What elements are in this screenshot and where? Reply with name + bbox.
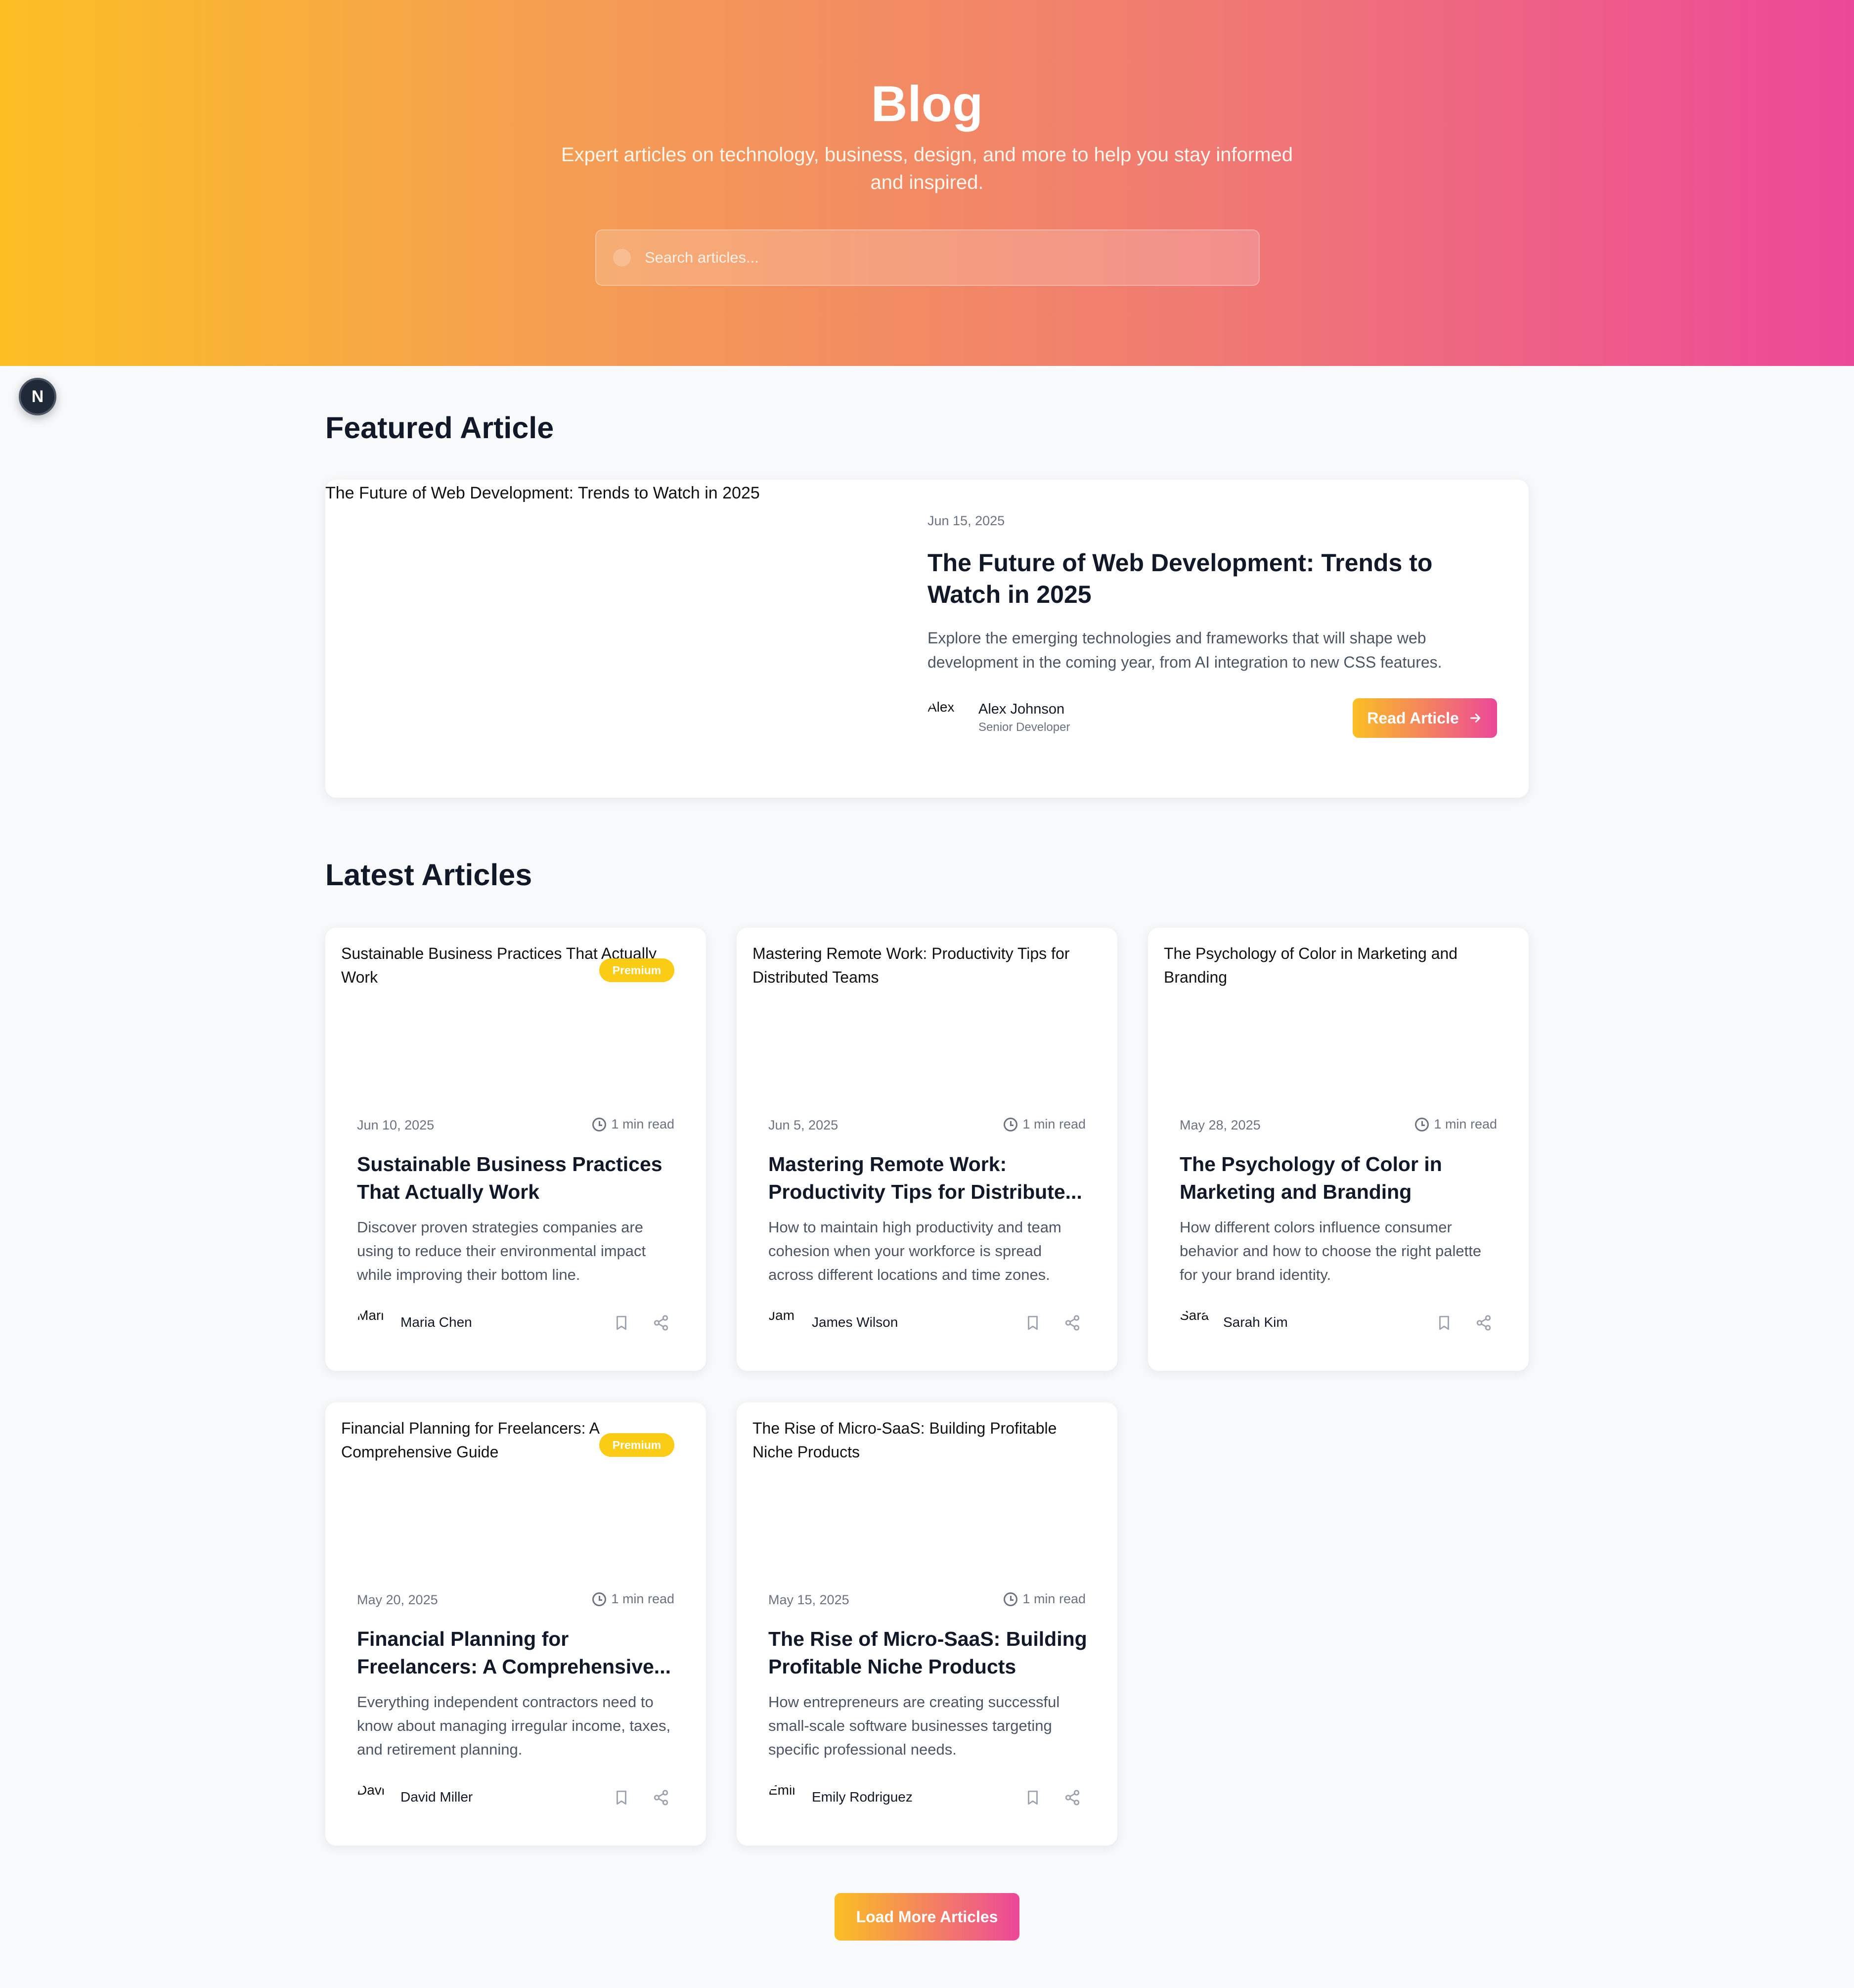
author-name: David Miller xyxy=(400,1789,473,1805)
arrow-right-icon xyxy=(1470,714,1481,723)
featured-title[interactable]: The Future of Web Development: Trends to… xyxy=(927,547,1501,610)
bookmark-icon[interactable] xyxy=(613,1314,630,1331)
load-more-button[interactable]: Load More Articles xyxy=(835,1893,1019,1941)
share-icon[interactable] xyxy=(1064,1789,1081,1806)
search-icon xyxy=(613,249,631,267)
read-time-label: 1 min read xyxy=(611,1591,674,1606)
read-time-label: 1 min read xyxy=(611,1117,674,1131)
article-image: The Rise of Micro-SaaS: Building Profita… xyxy=(752,1419,1057,1461)
read-time-label: 1 min read xyxy=(1022,1117,1086,1131)
featured-image: The Future of Web Development: Trends to… xyxy=(325,484,760,502)
article-excerpt: How entrepreneurs are creating successfu… xyxy=(768,1693,1060,1758)
article-title[interactable]: Mastering Remote Work: Productivity Tips… xyxy=(768,1150,1090,1206)
author-avatar: Davi xyxy=(357,1783,387,1813)
author-avatar: Jam xyxy=(768,1309,798,1338)
clock-icon xyxy=(1415,1117,1429,1131)
search-placeholder: Search articles... xyxy=(645,249,759,266)
author-role: Senior Developer xyxy=(978,721,1070,734)
author-avatar: Sara xyxy=(1180,1309,1209,1338)
article-title[interactable]: Sustainable Business Practices That Actu… xyxy=(357,1150,678,1206)
share-icon[interactable] xyxy=(1064,1314,1081,1331)
premium-badge: Premium xyxy=(599,1433,674,1457)
share-icon[interactable] xyxy=(653,1314,669,1331)
premium-badge: Premium xyxy=(599,958,674,982)
share-icon[interactable] xyxy=(1475,1314,1492,1331)
article-excerpt: Everything independent contractors need … xyxy=(357,1693,671,1758)
search-input[interactable]: Search articles... xyxy=(595,229,1260,286)
featured-heading: Featured Article xyxy=(325,411,554,445)
read-article-button[interactable]: Read Article xyxy=(1353,698,1497,738)
read-time: 1 min read xyxy=(592,1117,674,1132)
read-time: 1 min read xyxy=(1004,1591,1086,1607)
hero-banner: Blog Expert articles on technology, busi… xyxy=(0,0,1854,366)
share-icon[interactable] xyxy=(653,1789,669,1806)
clock-icon xyxy=(1004,1117,1018,1131)
page-subtitle: Expert articles on technology, business,… xyxy=(561,144,1293,193)
article-card[interactable]: Sustainable Business Practices That Actu… xyxy=(325,928,706,1371)
article-card[interactable]: The Psychology of Color in Marketing and… xyxy=(1148,928,1529,1371)
article-card[interactable]: Mastering Remote Work: Productivity Tips… xyxy=(737,928,1117,1371)
article-date: May 28, 2025 xyxy=(1180,1118,1261,1132)
article-title[interactable]: The Rise of Micro-SaaS: Building Profita… xyxy=(768,1625,1090,1680)
bookmark-icon[interactable] xyxy=(1024,1314,1041,1331)
article-excerpt: How different colors influence consumer … xyxy=(1180,1219,1482,1283)
author-avatar: Emil xyxy=(768,1783,798,1813)
featured-article-card[interactable]: The Future of Web Development: Trends to… xyxy=(325,480,1529,798)
page-title: Blog xyxy=(871,76,983,132)
article-date: May 15, 2025 xyxy=(768,1592,849,1607)
author-avatar: Alex xyxy=(927,700,957,730)
article-title[interactable]: Financial Planning for Freelancers: A Co… xyxy=(357,1625,678,1680)
read-time: 1 min read xyxy=(1415,1117,1497,1132)
article-image: The Psychology of Color in Marketing and… xyxy=(1164,945,1458,986)
author-name: Emily Rodriguez xyxy=(812,1789,913,1805)
bookmark-icon[interactable] xyxy=(613,1789,630,1806)
article-excerpt: How to maintain high productivity and te… xyxy=(768,1219,1061,1283)
article-date: Jun 5, 2025 xyxy=(768,1118,839,1132)
article-card[interactable]: The Rise of Micro-SaaS: Building Profita… xyxy=(737,1402,1117,1846)
featured-date: Jun 15, 2025 xyxy=(927,513,1005,528)
clock-icon xyxy=(592,1117,607,1131)
clock-icon xyxy=(592,1592,607,1606)
article-date: Jun 10, 2025 xyxy=(357,1118,435,1132)
article-image: Mastering Remote Work: Productivity Tips… xyxy=(752,945,1070,986)
clock-icon xyxy=(1004,1592,1018,1606)
read-article-label: Read Article xyxy=(1367,709,1459,727)
read-time: 1 min read xyxy=(592,1591,674,1607)
author-name: Maria Chen xyxy=(400,1314,472,1330)
author-name: James Wilson xyxy=(812,1314,898,1330)
article-date: May 20, 2025 xyxy=(357,1592,438,1607)
bookmark-icon[interactable] xyxy=(1436,1314,1453,1331)
author-avatar: Mari xyxy=(357,1309,387,1338)
featured-excerpt: Explore the emerging technologies and fr… xyxy=(927,629,1442,671)
bookmark-icon[interactable] xyxy=(1024,1789,1041,1806)
read-time-label: 1 min read xyxy=(1022,1591,1086,1606)
article-excerpt: Discover proven strategies companies are… xyxy=(357,1219,646,1283)
article-card[interactable]: Financial Planning for Freelancers: A Co… xyxy=(325,1402,706,1846)
author-name: Alex Johnson xyxy=(978,701,1065,717)
article-title[interactable]: The Psychology of Color in Marketing and… xyxy=(1180,1150,1501,1206)
latest-heading: Latest Articles xyxy=(325,858,532,892)
author-name: Sarah Kim xyxy=(1223,1314,1288,1330)
read-time-label: 1 min read xyxy=(1434,1117,1497,1131)
read-time: 1 min read xyxy=(1004,1117,1086,1132)
dev-tools-button[interactable]: N xyxy=(19,378,56,415)
